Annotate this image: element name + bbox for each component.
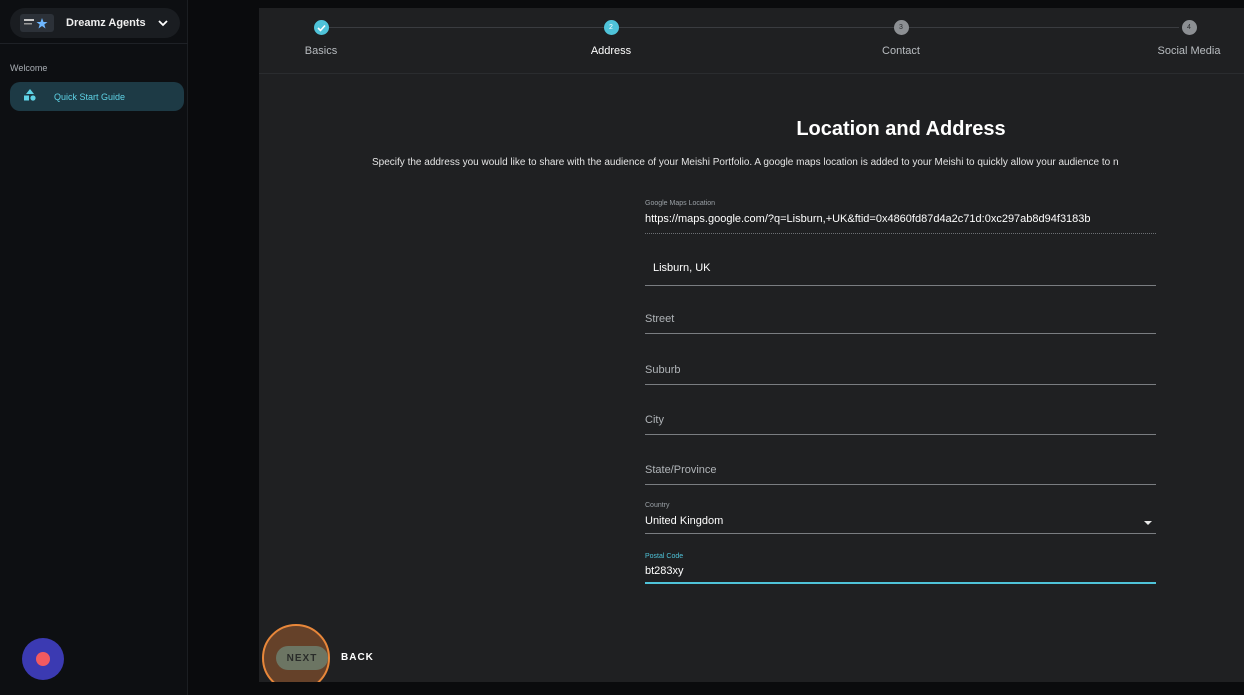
next-button[interactable]: NEXT	[276, 646, 328, 670]
field-value: bt283xy	[645, 565, 684, 577]
location-search-field[interactable]: Lisburn, UK	[645, 260, 1156, 296]
field-label: Country	[645, 502, 670, 509]
step-number: 4	[1181, 20, 1197, 35]
field-label: Postal Code	[645, 553, 684, 560]
sidebar-section-welcome: Welcome	[10, 63, 48, 73]
field-underline	[645, 285, 1156, 286]
step-label: Basics	[304, 45, 338, 57]
chevron-down-icon	[156, 16, 170, 30]
app-root: Dreamz Agents Welcome Quick Start Guide	[0, 0, 1244, 695]
step-basics[interactable]: Basics	[261, 20, 381, 57]
shapes-icon	[24, 88, 36, 106]
stepper: Basics 2 Address 3 Contact 4 Social Medi…	[259, 8, 1244, 74]
sidebar-item-label: Quick Start Guide	[54, 91, 126, 102]
sidebar-divider	[0, 43, 188, 44]
main-panel: Basics 2 Address 3 Contact 4 Social Medi…	[259, 8, 1244, 682]
step-contact[interactable]: 3 Contact	[841, 20, 961, 57]
field-underline	[645, 333, 1156, 334]
city-field[interactable]: City	[645, 414, 1156, 442]
country-select[interactable]: Country United Kingdom	[645, 502, 1156, 538]
step-label: Contact	[882, 45, 920, 57]
field-underline	[645, 384, 1156, 385]
org-switcher[interactable]: Dreamz Agents	[10, 8, 180, 38]
google-maps-field[interactable]: Google Maps Location https://maps.google…	[645, 200, 1156, 236]
field-placeholder: City	[645, 414, 664, 426]
sidebar-item-quick-start-guide[interactable]: Quick Start Guide	[10, 82, 184, 111]
street-field[interactable]: Street	[645, 313, 1156, 341]
field-underline	[645, 533, 1156, 534]
step-label: Social Media	[1157, 45, 1221, 57]
field-value: https://maps.google.com/?q=Lisburn,+UK&f…	[645, 213, 1091, 225]
field-placeholder: Suburb	[645, 364, 681, 376]
page-description: Specify the address you would like to sh…	[372, 157, 1119, 168]
record-dot-icon	[36, 652, 50, 666]
field-value: Lisburn, UK	[653, 262, 711, 274]
step-address[interactable]: 2 Address	[551, 20, 671, 57]
page-title: Location and Address	[796, 118, 1006, 140]
field-underline	[645, 484, 1156, 485]
dropdown-arrow-icon	[1144, 521, 1152, 525]
suburb-field[interactable]: Suburb	[645, 364, 1156, 392]
step-social-media[interactable]: 4 Social Media	[1129, 20, 1244, 57]
org-name: Dreamz Agents	[66, 17, 146, 29]
field-placeholder: State/Province	[645, 464, 717, 476]
step-label: Address	[590, 45, 632, 57]
field-underline	[645, 434, 1156, 435]
postal-code-field[interactable]: Postal Code bt283xy	[645, 553, 1156, 589]
field-underline	[645, 582, 1156, 584]
step-number: 3	[893, 20, 909, 35]
org-logo	[20, 14, 54, 32]
field-underline	[645, 233, 1156, 234]
field-value: United Kingdom	[645, 515, 724, 527]
state-province-field[interactable]: State/Province	[645, 464, 1156, 492]
field-label: Google Maps Location	[645, 200, 716, 207]
field-placeholder: Street	[645, 313, 675, 325]
sidebar: Dreamz Agents Welcome Quick Start Guide	[0, 0, 188, 695]
step-number: 2	[603, 20, 619, 35]
back-button[interactable]: BACK	[341, 652, 374, 663]
check-icon	[313, 20, 329, 35]
help-fab-button[interactable]	[22, 638, 64, 680]
